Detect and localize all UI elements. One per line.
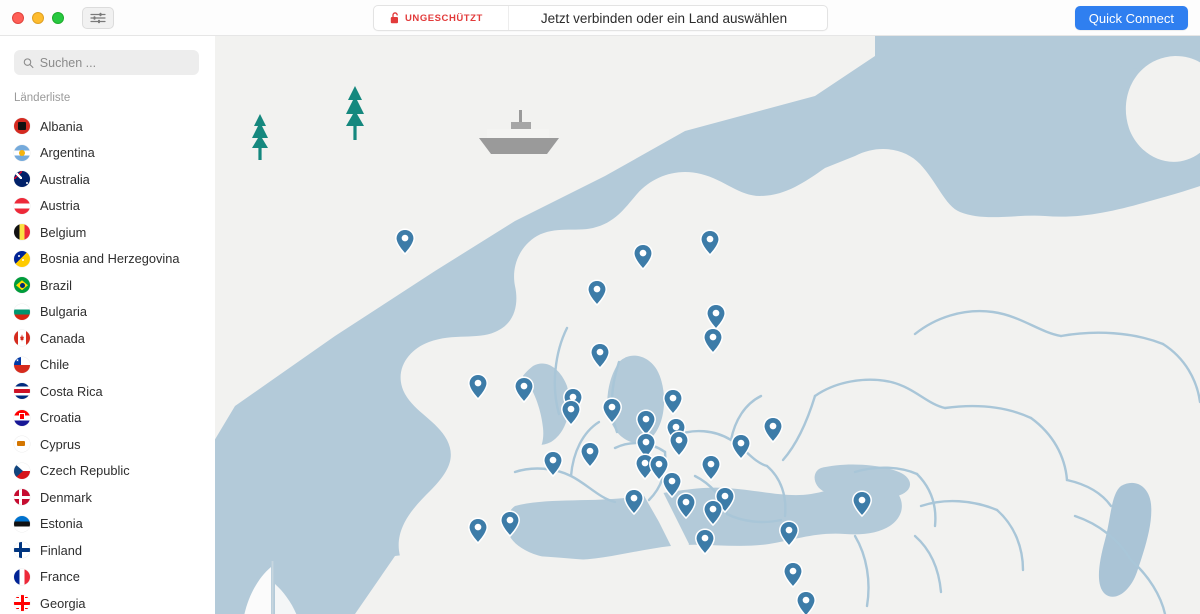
flag-icon bbox=[14, 277, 30, 294]
sidebar: Länderliste Albania Argentina Australia Aus… bbox=[0, 36, 214, 614]
world-map[interactable] bbox=[215, 36, 1200, 614]
protection-status-label: UNGESCHÜTZT bbox=[405, 12, 483, 24]
country-list-item[interactable]: Canada bbox=[0, 325, 213, 352]
sidebar-scrollbar[interactable] bbox=[206, 36, 214, 614]
country-name-label: Belgium bbox=[40, 224, 87, 240]
country-name-label: Austria bbox=[40, 198, 80, 214]
flag-icon bbox=[14, 542, 30, 559]
flag-icon bbox=[14, 144, 30, 161]
connection-hint-message: Jetzt verbinden oder ein Land auswählen bbox=[540, 10, 788, 26]
country-name-label: Bulgaria bbox=[40, 304, 87, 320]
protection-status: UNGESCHÜTZT bbox=[374, 6, 509, 30]
vpn-app-window: UNGESCHÜTZT Jetzt verbinden oder ein Lan… bbox=[0, 0, 1200, 614]
country-name-label: Albania bbox=[40, 118, 83, 134]
flag-icon bbox=[14, 356, 30, 373]
country-name-label: Argentina bbox=[40, 145, 95, 161]
unlocked-padlock-icon bbox=[390, 12, 398, 24]
flag-icon bbox=[14, 383, 30, 400]
country-list-item[interactable]: Bosnia and Herzegovina bbox=[0, 246, 213, 273]
flag-icon bbox=[14, 515, 30, 532]
flag-icon bbox=[14, 303, 30, 320]
title-bar: UNGESCHÜTZT Jetzt verbinden oder ein Lan… bbox=[0, 0, 1200, 36]
flag-icon bbox=[14, 462, 30, 479]
country-list-item[interactable]: Costa Rica bbox=[0, 378, 213, 405]
country-list-item[interactable]: Bulgaria bbox=[0, 299, 213, 326]
country-list-item[interactable]: Finland bbox=[0, 537, 213, 564]
quick-connect-button[interactable]: Quick Connect bbox=[1074, 6, 1188, 30]
country-name-label: Croatia bbox=[40, 410, 82, 426]
country-name-label: Finland bbox=[40, 542, 82, 558]
flag-icon bbox=[14, 171, 30, 188]
country-list-item[interactable]: Albania bbox=[0, 113, 213, 140]
country-list-item[interactable]: Czech Republic bbox=[0, 458, 213, 485]
country-name-label: Costa Rica bbox=[40, 383, 103, 399]
country-list-item[interactable]: Chile bbox=[0, 352, 213, 379]
country-name-label: Denmark bbox=[40, 489, 92, 505]
country-name-label: Estonia bbox=[40, 516, 83, 532]
country-list-item[interactable]: Belgium bbox=[0, 219, 213, 246]
country-list-item[interactable]: Austria bbox=[0, 193, 213, 220]
country-list-title: Länderliste bbox=[14, 92, 71, 104]
country-list-item[interactable]: Argentina bbox=[0, 140, 213, 167]
flag-icon bbox=[14, 250, 30, 267]
search-box[interactable] bbox=[14, 50, 199, 75]
country-list-item[interactable]: Estonia bbox=[0, 511, 213, 538]
flag-icon bbox=[14, 595, 30, 612]
country-name-label: Chile bbox=[40, 357, 70, 373]
country-list-item[interactable]: Croatia bbox=[0, 405, 213, 432]
minimize-window-button[interactable] bbox=[32, 11, 44, 24]
country-name-label: Australia bbox=[40, 171, 90, 187]
country-name-label: Brazil bbox=[40, 277, 72, 293]
flag-icon bbox=[14, 330, 30, 347]
flag-icon bbox=[14, 197, 30, 214]
connection-status-bar: UNGESCHÜTZT Jetzt verbinden oder ein Lan… bbox=[373, 5, 828, 31]
country-name-label: Czech Republic bbox=[40, 463, 130, 479]
flag-icon bbox=[14, 436, 30, 453]
country-list-item[interactable]: Georgia bbox=[0, 590, 213, 614]
country-name-label: Georgia bbox=[40, 595, 86, 611]
sliders-icon bbox=[90, 12, 106, 23]
country-list: Albania Argentina Australia Austria Belgium B… bbox=[0, 113, 213, 614]
country-list-item[interactable]: Australia bbox=[0, 166, 213, 193]
search-icon bbox=[23, 57, 34, 68]
flag-icon bbox=[14, 568, 30, 585]
country-list-item[interactable]: France bbox=[0, 564, 213, 591]
flag-icon bbox=[14, 118, 30, 135]
window-controls bbox=[12, 11, 64, 24]
flag-icon bbox=[14, 409, 30, 426]
country-name-label: France bbox=[40, 569, 80, 585]
country-name-label: Canada bbox=[40, 330, 85, 346]
country-name-label: Cyprus bbox=[40, 436, 81, 452]
sliders-icon-button[interactable] bbox=[82, 6, 114, 29]
maximize-window-button[interactable] bbox=[52, 11, 64, 24]
country-list-item[interactable]: Denmark bbox=[0, 484, 213, 511]
country-list-item[interactable]: Cyprus bbox=[0, 431, 213, 458]
flag-icon bbox=[14, 224, 30, 241]
map-canvas bbox=[215, 36, 1200, 614]
search-input[interactable] bbox=[39, 55, 190, 70]
flag-icon bbox=[14, 489, 30, 506]
close-window-button[interactable] bbox=[12, 11, 24, 24]
country-list-item[interactable]: Brazil bbox=[0, 272, 213, 299]
country-name-label: Bosnia and Herzegovina bbox=[40, 251, 180, 267]
